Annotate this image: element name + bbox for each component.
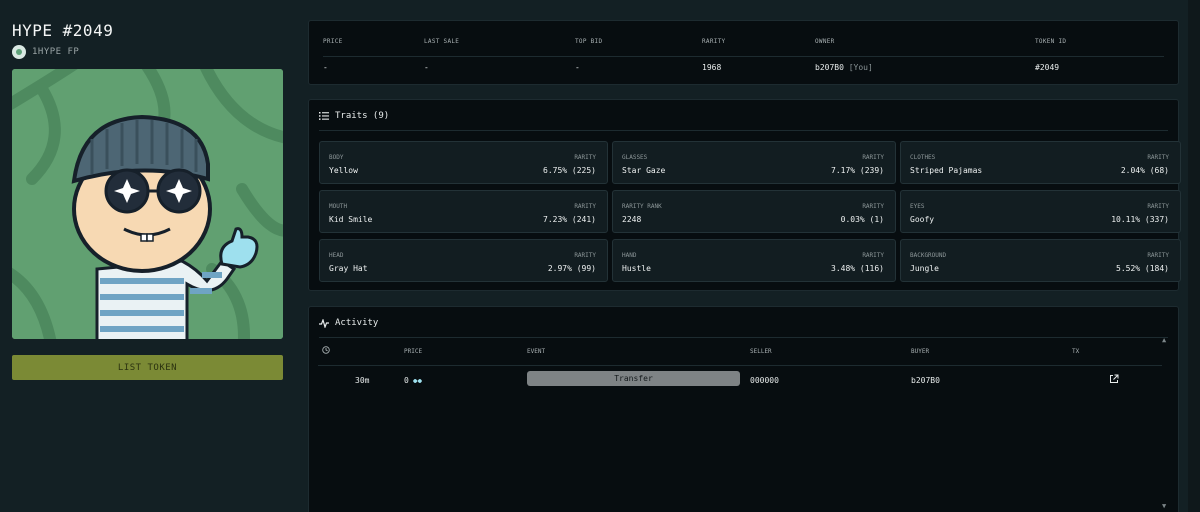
collection-link[interactable]: 1HYPE FP (12, 45, 79, 59)
trait-value: Yellow (329, 166, 358, 175)
trait-type: CLOTHES (910, 154, 936, 161)
price-header: PRICE (323, 38, 343, 45)
scroll-up-arrow-icon[interactable]: ▲ (1162, 336, 1166, 344)
trait-card-clothes[interactable]: CLOTHES Striped Pajamas RARITY 2.04% (68… (900, 141, 1181, 184)
traits-heading: Traits (9) (319, 111, 389, 121)
owner-header: OWNER (815, 38, 835, 45)
rarity-header: RARITY (702, 38, 726, 45)
trait-value: Goofy (910, 215, 935, 224)
trait-type: HEAD (329, 252, 344, 259)
top-bid-value: - (575, 63, 580, 72)
token-id-header: TOKEN ID (1035, 38, 1067, 45)
owner-value[interactable]: b207B0 [You] (815, 63, 873, 72)
trait-value: Star Gaze (622, 166, 666, 175)
top-bid-header: TOP BID (575, 38, 603, 45)
trait-rarity: 3.48% (116) (831, 264, 884, 273)
trait-rarity-label: RARITY (1147, 252, 1169, 259)
traits-divider (319, 130, 1168, 131)
info-divider (323, 56, 1164, 57)
event-column-header: EVENT (527, 348, 546, 355)
activity-buyer[interactable]: b207B0 (911, 376, 940, 385)
owner-address[interactable]: b207B0 (815, 63, 844, 72)
trait-rarity: 2.04% (68) (1120, 166, 1169, 175)
trait-rarity-label: RARITY (574, 154, 596, 161)
trait-type: RARITY RANK (622, 203, 662, 210)
trait-rarity-label: RARITY (1147, 154, 1169, 161)
activity-title: Activity (335, 318, 379, 328)
trait-value: Hustle (622, 264, 651, 273)
trait-type: BACKGROUND (910, 252, 947, 259)
buyer-column-header: BUYER (911, 348, 930, 355)
activity-price-value: 0 (404, 376, 409, 385)
trait-value: Striped Pajamas (910, 166, 983, 175)
trait-type: HAND (622, 252, 637, 259)
trait-rarity-label: RARITY (862, 154, 884, 161)
trait-value: Kid Smile (329, 215, 373, 224)
token-title: HYPE #2049 (12, 21, 114, 40)
activity-divider (319, 337, 1168, 338)
price-value: - (323, 63, 328, 72)
activity-price: 0 (404, 376, 423, 385)
trait-rarity: 7.17% (239) (831, 166, 884, 175)
trait-card-body[interactable]: BODY Yellow RARITY 6.75% (225) (319, 141, 608, 184)
traits-title: Traits (9) (335, 111, 390, 121)
trait-card-eyes[interactable]: EYES Goofy RARITY 10.11% (337) (900, 190, 1181, 233)
activity-header-divider (318, 365, 1162, 366)
activity-seller[interactable]: 000000 (750, 376, 779, 385)
trait-rarity: 5.52% (184) (1116, 264, 1169, 273)
price-column-header: PRICE (404, 348, 423, 355)
trait-value: Gray Hat (329, 264, 368, 273)
seller-column-header: SELLER (750, 348, 772, 355)
traits-panel: Traits (9) BODY Yellow RARITY 6.75% (225… (308, 99, 1181, 291)
activity-pulse-icon (319, 318, 329, 328)
owner-you-tag: [You] (848, 63, 873, 72)
token-id-value: #2049 (1035, 63, 1060, 72)
trait-value: 2248 (622, 215, 642, 224)
trait-card-rarity-rank[interactable]: RARITY RANK 2248 RARITY 0.03% (1) (612, 190, 896, 233)
trait-type: MOUTH (329, 203, 348, 210)
trait-rarity-label: RARITY (574, 203, 596, 210)
trait-rarity: 10.11% (337) (1111, 215, 1169, 224)
activity-heading: Activity (319, 318, 378, 328)
trait-rarity: 6.75% (225) (543, 166, 596, 175)
traits-grid: BODY Yellow RARITY 6.75% (225) GLASSES S… (319, 141, 1181, 282)
trait-type: BODY (329, 154, 344, 161)
trait-rarity: 0.03% (1) (840, 215, 884, 224)
trait-card-background[interactable]: BACKGROUND Jungle RARITY 5.52% (184) (900, 239, 1181, 282)
collection-avatar (12, 45, 26, 59)
activity-panel: Activity (308, 306, 1179, 512)
trait-type: GLASSES (622, 154, 648, 161)
token-info-panel: PRICE LAST SALE TOP BID RARITY OWNER TOK… (308, 20, 1179, 85)
trait-card-glasses[interactable]: GLASSES Star Gaze RARITY 7.17% (239) (612, 141, 896, 184)
page-scrollbar[interactable] (1188, 0, 1200, 512)
trait-rarity-label: RARITY (1147, 203, 1169, 210)
trait-card-hand[interactable]: HAND Hustle RARITY 3.48% (116) (612, 239, 896, 282)
tx-column-header: TX (1072, 348, 1080, 355)
trait-rarity-label: RARITY (574, 252, 596, 259)
trait-card-head[interactable]: HEAD Gray Hat RARITY 2.97% (99) (319, 239, 608, 282)
trait-value: Jungle (910, 264, 939, 273)
external-link-icon[interactable] (1109, 374, 1119, 386)
trait-rarity: 2.97% (99) (547, 264, 596, 273)
rarity-value: 1968 (702, 63, 722, 72)
trait-rarity-label: RARITY (862, 203, 884, 210)
trait-rarity-label: RARITY (862, 252, 884, 259)
scroll-down-arrow-icon[interactable]: ▼ (1162, 502, 1166, 510)
time-column-clock-icon (322, 346, 330, 356)
trait-rarity: 7.23% (241) (543, 215, 596, 224)
trait-card-mouth[interactable]: MOUTH Kid Smile RARITY 7.23% (241) (319, 190, 608, 233)
list-token-button[interactable]: LIST TOKEN (12, 355, 283, 380)
activity-time: 30m (355, 376, 370, 385)
trait-type: EYES (910, 203, 925, 210)
collection-name: 1HYPE FP (32, 47, 80, 57)
last-sale-header: LAST SALE (424, 38, 460, 45)
last-sale-value: - (424, 63, 429, 72)
nft-image (12, 69, 283, 339)
activity-event-badge: Transfer (527, 371, 740, 386)
hype-token-icon (412, 378, 422, 383)
list-icon (319, 112, 329, 120)
